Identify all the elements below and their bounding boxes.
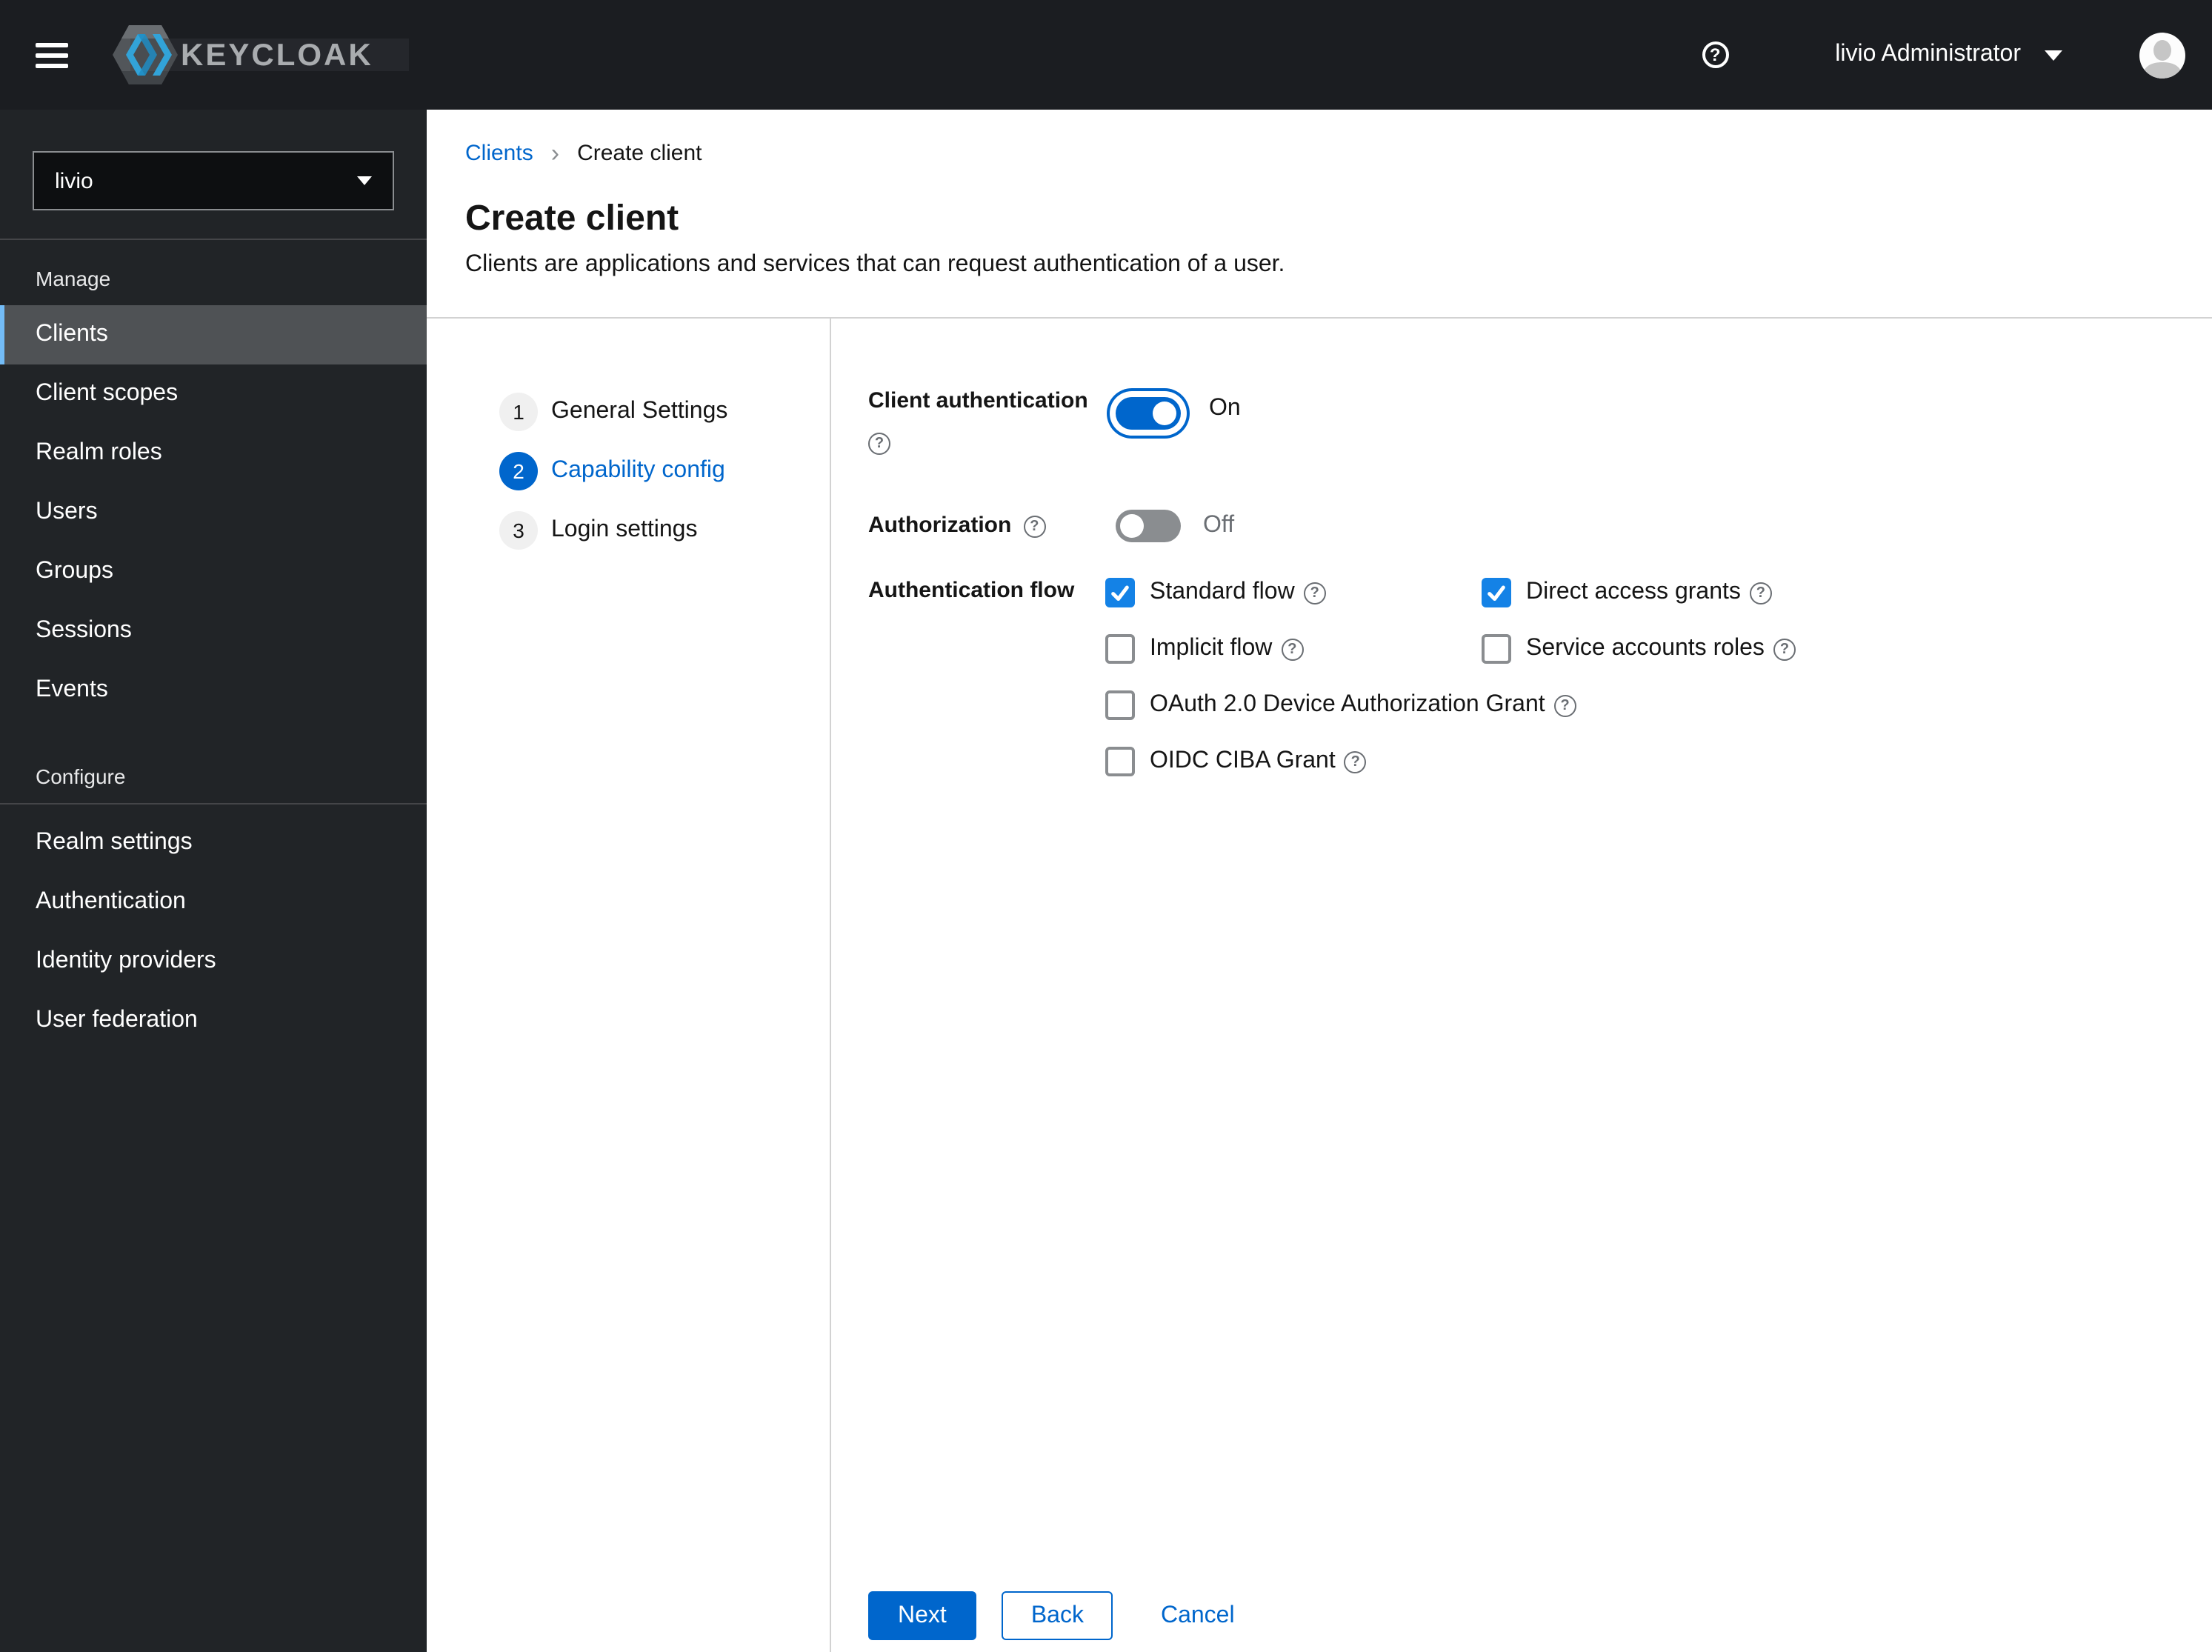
realm-selector-value: livio [55,168,93,193]
wizard-footer: Next Back Cancel [831,1591,2212,1652]
sidebar-item-clients[interactable]: Clients [0,305,427,364]
sidebar-item-events[interactable]: Events [0,661,427,720]
header-actions: ? livio Administrator [1702,32,2185,78]
page-subtitle: Clients are applications and services th… [465,252,1285,277]
checkbox-oauth-device-grant: OAuth 2.0 Device Authorization Grant ? [1105,690,1576,720]
authentication-flow-row: Authentication flow Standard flow ? Dire… [868,576,2212,803]
oidc-ciba-grant-checkbox[interactable] [1105,747,1135,776]
service-accounts-roles-label: Service accounts roles [1526,636,1765,661]
nav-section-divider [0,803,427,805]
breadcrumb-clients-link[interactable]: Clients [465,141,533,166]
step-number: 3 [499,511,538,550]
main-content: Clients › Create client Create client Cl… [427,110,2212,1652]
direct-access-grants-label: Direct access grants [1526,579,1741,604]
checkbox-oidc-ciba-grant: OIDC CIBA Grant ? [1105,747,1367,776]
sidebar: livio Manage Clients Client scopes Realm… [0,110,427,1652]
sidebar-item-client-scopes[interactable]: Client scopes [0,364,427,424]
wizard-step-general-settings[interactable]: 1 General Settings [499,393,830,431]
sidebar-item-authentication[interactable]: Authentication [0,873,427,932]
checkbox-direct-access-grants: Direct access grants ? [1482,578,1772,607]
authentication-flow-label: Authentication flow [868,578,1075,603]
masthead: KEYCLOAK ? livio Administrator [0,0,2212,110]
breadcrumb: Clients › Create client [465,141,2153,166]
user-menu-label[interactable]: livio Administrator [1835,41,2021,68]
checkbox-service-accounts-roles: Service accounts roles ? [1482,634,1796,664]
sidebar-item-realm-settings[interactable]: Realm settings [0,813,427,873]
service-accounts-roles-help-icon[interactable]: ? [1773,638,1796,660]
checkbox-standard-flow: Standard flow ? [1105,578,1482,607]
person-icon [2142,39,2182,78]
keycloak-admin-console: KEYCLOAK ? livio Administrator livio Man… [0,0,2212,1652]
client-authentication-state: On [1209,395,1241,420]
client-authentication-row: Client authentication ? On [868,387,2212,455]
svg-text:KEYCLOAK: KEYCLOAK [181,37,373,72]
wizard-step-login-settings[interactable]: 3 Login settings [499,511,830,550]
sidebar-item-user-federation[interactable]: User federation [0,991,427,1050]
authorization-state: Off [1203,513,1235,538]
oauth-device-grant-help-icon[interactable]: ? [1553,694,1576,716]
authorization-label: Authorization [868,513,1012,538]
next-button[interactable]: Next [868,1591,976,1640]
authorization-row: Authorization ? Off [868,505,2212,547]
help-icon[interactable]: ? [1702,41,1729,68]
breadcrumb-chevron-icon: › [550,139,560,167]
step-label: Capability config [551,458,725,483]
authorization-toggle[interactable] [1116,510,1181,542]
cancel-button[interactable]: Cancel [1161,1602,1235,1629]
check-icon [1111,585,1129,602]
checkbox-implicit-flow: Implicit flow ? [1105,634,1482,664]
authentication-flow-options: Standard flow ? Direct access grants ? I… [1105,576,1796,803]
oidc-ciba-grant-help-icon[interactable]: ? [1344,750,1367,773]
client-authentication-help-icon[interactable]: ? [868,433,890,455]
nav-section-configure: Configure [36,765,126,788]
realm-selector[interactable]: livio [33,151,394,210]
sidebar-item-realm-roles[interactable]: Realm roles [0,424,427,483]
back-button[interactable]: Back [1001,1591,1113,1640]
check-icon [1488,585,1505,602]
implicit-flow-checkbox[interactable] [1105,634,1135,664]
client-authentication-toggle[interactable] [1116,397,1181,430]
page-header: Clients › Create client Create client Cl… [427,110,2212,319]
oauth-device-grant-checkbox[interactable] [1105,690,1135,720]
user-menu-caret-icon[interactable] [2045,50,2062,60]
step-label: Login settings [551,517,698,542]
keycloak-logo: KEYCLOAK [113,22,409,87]
keycloak-logo-image: KEYCLOAK [113,25,409,84]
step-label: General Settings [551,399,728,424]
realm-selector-caret-icon [357,176,372,185]
standard-flow-help-icon[interactable]: ? [1303,582,1326,604]
page-title: Create client [465,199,679,239]
wizard-step-capability-config[interactable]: 2 Capability config [499,452,830,490]
sidebar-item-users[interactable]: Users [0,483,427,542]
breadcrumb-current: Create client [577,141,702,166]
sidebar-item-groups[interactable]: Groups [0,542,427,602]
standard-flow-label: Standard flow [1150,579,1295,604]
implicit-flow-label: Implicit flow [1150,636,1273,661]
wizard-steps-nav: 1 General Settings 2 Capability config 3… [427,319,831,1652]
direct-access-grants-help-icon[interactable]: ? [1749,582,1772,604]
direct-access-grants-checkbox[interactable] [1482,578,1511,607]
oidc-ciba-grant-label: OIDC CIBA Grant [1150,748,1336,773]
oauth-device-grant-label: OAuth 2.0 Device Authorization Grant [1150,692,1545,717]
avatar[interactable] [2139,32,2185,78]
implicit-flow-help-icon[interactable]: ? [1281,638,1304,660]
client-authentication-label: Client authentication [868,388,1088,413]
authorization-help-icon[interactable]: ? [1023,515,1046,537]
service-accounts-roles-checkbox[interactable] [1482,634,1511,664]
hamburger-menu-icon[interactable] [36,42,68,67]
sidebar-item-sessions[interactable]: Sessions [0,602,427,661]
standard-flow-checkbox[interactable] [1105,578,1135,607]
capability-config-form: Client authentication ? On Authorization [831,319,2212,1652]
step-number: 2 [499,452,538,490]
step-number: 1 [499,393,538,431]
nav-section-manage: Manage [36,267,111,290]
sidebar-item-identity-providers[interactable]: Identity providers [0,932,427,991]
realm-selector-block: livio [0,110,427,240]
